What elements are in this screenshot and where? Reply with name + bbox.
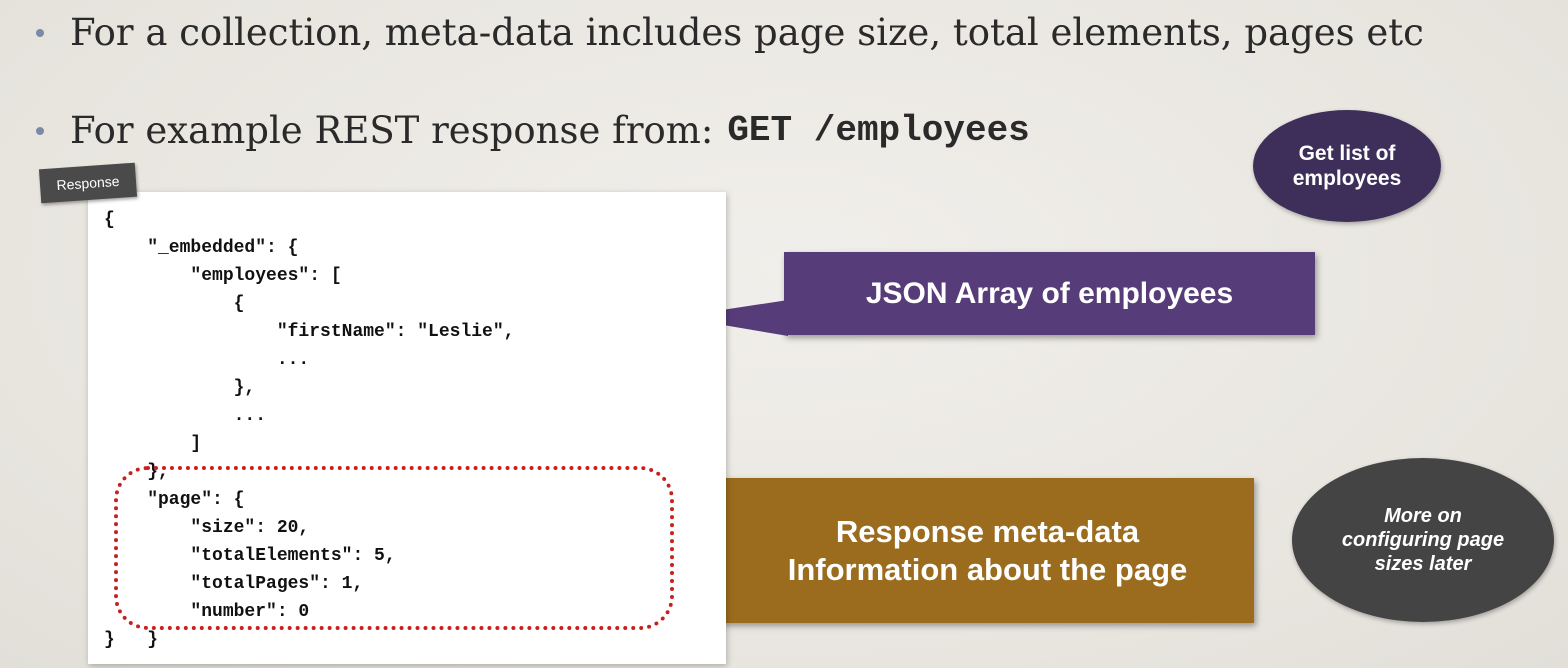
response-metadata-callout: Response meta-data Information about the… [721, 478, 1254, 623]
bullet-dot [36, 126, 44, 135]
endpoint-code: GET /employees [727, 110, 1030, 151]
bullet-text: For example REST response from: [70, 109, 714, 152]
bubble-line3: sizes later [1374, 553, 1472, 575]
code-line: { [104, 210, 115, 230]
bullet-text: For a collection, meta-data includes pag… [70, 11, 1424, 54]
code-line: { [104, 294, 245, 314]
code-line: ... [104, 350, 310, 370]
response-tag: Response [38, 162, 138, 204]
code-line: }, [104, 378, 256, 398]
code-line: ] [104, 434, 202, 454]
bubble-line1: More on [1384, 505, 1462, 527]
callout-label-line2: Information about the page [787, 551, 1188, 587]
bullet-rest-example: For example REST response from: GET /emp… [36, 110, 1030, 151]
bubble-line1: Get list of [1298, 141, 1396, 165]
bubble-line2: configuring page [1341, 529, 1505, 551]
code-line: "firstName": "Leslie", [104, 322, 515, 342]
page-sizes-later-bubble: More on configuring page sizes later [1292, 458, 1554, 622]
callout-label-line1: Response meta-data [835, 514, 1140, 550]
json-array-callout: JSON Array of employees [784, 252, 1315, 335]
code-line: "employees": [ [104, 266, 342, 286]
code-line: ... [104, 406, 267, 426]
callout-label: JSON Array of employees [865, 276, 1234, 310]
page-metadata-highlight [114, 466, 674, 630]
code-line: } [104, 630, 115, 650]
bullet-dot [36, 28, 44, 37]
code-line: "_embedded": { [104, 238, 299, 258]
get-employees-bubble: Get list of employees [1253, 110, 1441, 222]
bubble-line2: employees [1292, 167, 1402, 190]
bullet-collection-metadata: For a collection, meta-data includes pag… [36, 14, 1424, 51]
